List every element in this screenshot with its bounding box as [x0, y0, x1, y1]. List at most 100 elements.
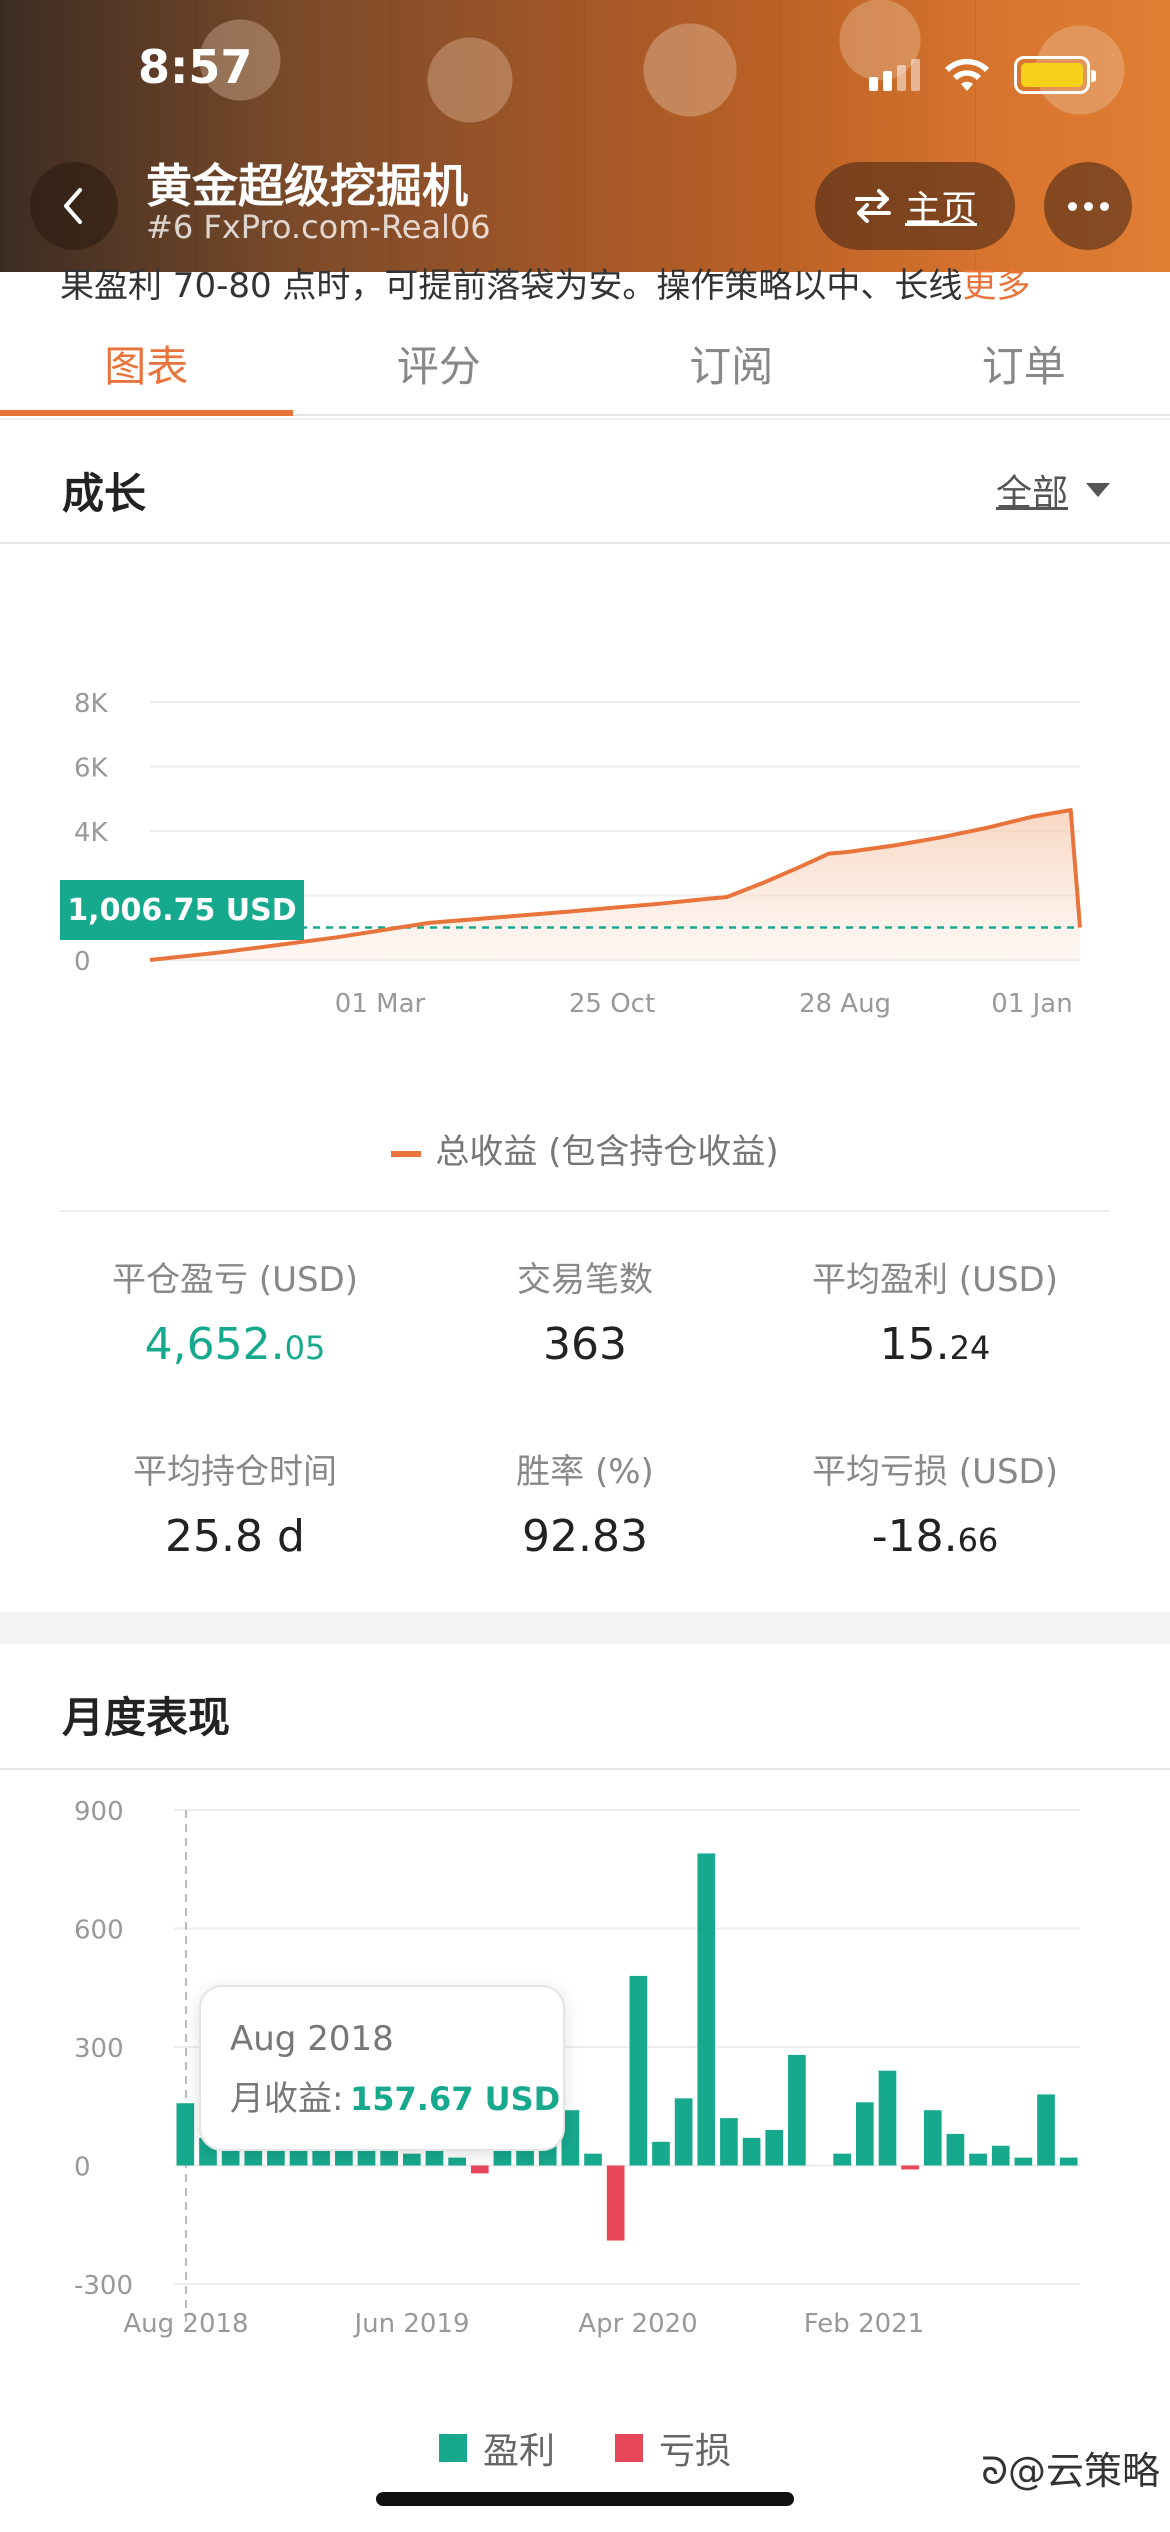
more-dots-icon [1067, 201, 1077, 211]
stat-win-rate-label: 胜率 (%) [516, 1452, 654, 1492]
battery-icon [1014, 56, 1096, 94]
growth-y-tick: 8K [74, 689, 109, 719]
monthly-profit-bar[interactable] [176, 2103, 195, 2166]
back-button[interactable] [30, 162, 118, 250]
monthly-profit-bar[interactable] [1037, 2094, 1055, 2166]
growth-x-tick: 01 Jan [991, 989, 1072, 1019]
legend-profit[interactable]: 盈利 [438, 2422, 555, 2474]
home-indicator[interactable] [376, 2492, 794, 2506]
swap-icon [854, 189, 891, 223]
monthly-profit-bar[interactable] [833, 2153, 852, 2166]
legend-profit-label: 盈利 [482, 2431, 555, 2472]
legend-loss-swatch [615, 2434, 643, 2462]
stat-avg-loss: 平均亏损 (USD) -18.66 [740, 1444, 1130, 1562]
monthly-panel: 月度表现 -300 0 300 600 900 Aug 2018 Jun 2019 Apr … [0, 1644, 1170, 2532]
legend-loss-label: 亏损 [659, 2431, 732, 2472]
monthly-profit-bar[interactable] [448, 2157, 466, 2166]
growth-x-tick: 25 Oct [569, 989, 655, 1019]
account-title: 黄金超级挖掘机 [146, 159, 468, 213]
monthly-loss-bar[interactable] [470, 2165, 489, 2174]
monthly-y-tick: 600 [74, 1916, 124, 1946]
monthly-profit-bar[interactable] [855, 2102, 874, 2166]
stat-avg-hold-value: 25.8 d [165, 1511, 305, 1562]
stat-win-rate-value: 92.83 [522, 1511, 648, 1562]
stat-avg-hold-label: 平均持仓时间 [133, 1452, 337, 1492]
monthly-chart: -300 0 300 600 900 Aug 2018 Jun 2019 Apr 2020 F… [74, 1797, 1080, 2339]
growth-y-tick: 4K [74, 818, 109, 848]
tooltip-value: 157.67 USD [350, 2080, 560, 2118]
wifi-icon [945, 58, 989, 91]
monthly-profit-bar[interactable] [697, 1853, 716, 2166]
monthly-profit-bar[interactable] [923, 2110, 942, 2166]
status-icons [869, 56, 1096, 94]
growth-y-tick: 0 [74, 947, 91, 977]
growth-x-tick: 28 Aug [799, 989, 891, 1019]
monthly-profit-bar[interactable] [946, 2133, 965, 2166]
monthly-profit-bar[interactable] [652, 2141, 670, 2166]
monthly-y-tick: 300 [74, 2034, 124, 2064]
stat-trades-label: 交易笔数 [517, 1260, 653, 1300]
growth-x-tick: 01 Mar [335, 989, 426, 1019]
stat-avg-loss-label: 平均亏损 (USD) [812, 1452, 1058, 1492]
monthly-profit-bar[interactable] [1059, 2157, 1078, 2166]
divider [60, 1210, 1110, 1212]
legend-profit-swatch [438, 2434, 467, 2462]
monthly-title: 月度表现 [62, 1693, 231, 1742]
status-time: 8:57 [138, 40, 253, 94]
growth-y-tick: 6K [74, 754, 109, 784]
chevron-left-icon [64, 188, 82, 224]
monthly-y-tick: 900 [74, 1797, 124, 1827]
account-subtitle: #6 FxPro.com-Real06 [146, 208, 491, 246]
description-text: 果盈利 70-80 点时，可提前落袋为安。操作策略以中、长线 [60, 266, 963, 306]
growth-value-tag-text: 1,006.75 USD [67, 893, 296, 928]
strategy-description: 果盈利 70-80 点时，可提前落袋为安。操作策略以中、长线更多 [60, 258, 1120, 307]
tooltip-title: Aug 2018 [230, 2019, 394, 2059]
monthly-profit-bar[interactable] [765, 2129, 784, 2166]
monthly-x-tick: Jun 2019 [352, 2309, 469, 2339]
growth-legend-swatch [391, 1150, 422, 1157]
caret-down-icon [1086, 483, 1110, 497]
monthly-profit-bar[interactable] [969, 2153, 987, 2166]
monthly-profit-bar[interactable] [674, 2098, 693, 2166]
tab-chart[interactable]: 图表 [0, 312, 293, 416]
monthly-profit-bar[interactable] [584, 2153, 602, 2166]
stat-closed-pl-label: 平仓盈亏 (USD) [112, 1260, 358, 1300]
period-dropdown[interactable]: 全部 [996, 464, 1110, 516]
monthly-profit-bar[interactable] [629, 1975, 648, 2166]
monthly-profit-bar[interactable] [742, 2137, 761, 2166]
growth-legend-label: 总收益 (包含持仓收益) [435, 1132, 779, 1172]
tab-orders[interactable]: 订单 [878, 312, 1170, 414]
tab-subscribe[interactable]: 订阅 [585, 312, 878, 414]
monthly-profit-bar[interactable] [878, 2070, 897, 2166]
tooltip-label: 月收益: [230, 2079, 343, 2119]
monthly-loss-bar[interactable] [606, 2165, 625, 2241]
monthly-x-tick: Feb 2021 [804, 2309, 924, 2339]
monthly-tooltip: Aug 2018 月收益: 157.67 USD [199, 1985, 565, 2151]
period-dropdown-label: 全部 [995, 473, 1068, 514]
growth-chart: 02K4K6K8K 01 Mar25 Oct28 Aug01 Jan 1,006… [60, 689, 1082, 1019]
cellular-signal-icon [869, 59, 920, 91]
home-button[interactable]: 主页 [815, 162, 1015, 250]
monthly-header: 月度表现 [0, 1644, 1170, 1770]
tab-rating[interactable]: 评分 [293, 312, 586, 414]
monthly-profit-bar[interactable] [402, 2153, 421, 2166]
stat-closed-pl-value: 4,652.05 [144, 1319, 326, 1370]
account-header: 8:57 黄金超级挖掘机 #6 FxPro.com-Real06 主页 [0, 0, 1170, 272]
monthly-profit-bar[interactable] [991, 2145, 1010, 2166]
description-more-link[interactable]: 更多 [962, 266, 1030, 306]
legend-loss[interactable]: 亏损 [615, 2422, 731, 2474]
growth-header: 成长 全部 [0, 418, 1170, 544]
stat-trades-value: 363 [543, 1319, 627, 1370]
monthly-profit-bar[interactable] [1014, 2157, 1033, 2166]
monthly-profit-bar[interactable] [788, 2054, 806, 2166]
stat-avg-profit: 平均盈利 (USD) 15.24 [740, 1252, 1130, 1370]
home-button-label: 主页 [904, 189, 977, 230]
more-options-button[interactable] [1044, 162, 1132, 250]
monthly-profit-bar[interactable] [720, 2118, 738, 2166]
monthly-loss-bar[interactable] [901, 2165, 919, 2170]
stat-closed-pl: 平仓盈亏 (USD) 4,652.05 [40, 1252, 430, 1370]
stat-avg-loss-value: -18.66 [871, 1511, 999, 1562]
stat-avg-hold: 平均持仓时间 25.8 d [40, 1444, 430, 1562]
monthly-y-tick: 0 [74, 2153, 91, 2183]
stat-win-rate: 胜率 (%) 92.83 [390, 1444, 780, 1562]
